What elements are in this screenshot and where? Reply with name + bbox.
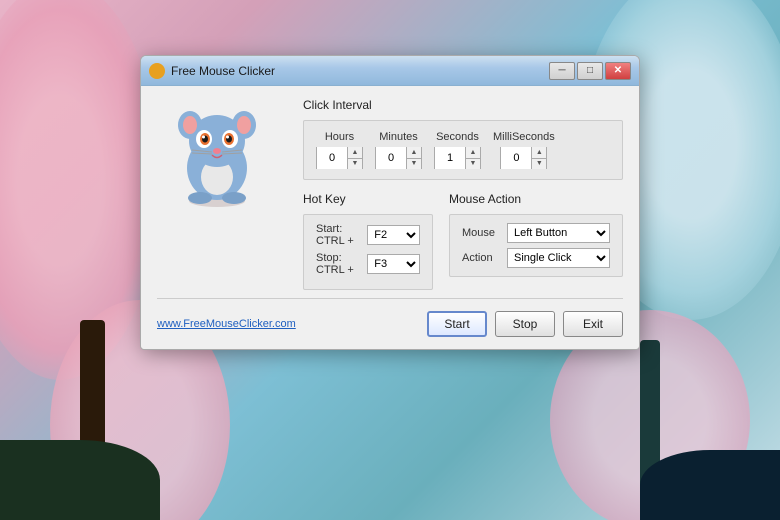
close-button[interactable]: ✕ <box>605 62 631 80</box>
hours-label: Hours <box>325 131 354 143</box>
minutes-input[interactable] <box>376 147 406 169</box>
app-window: Free Mouse Clicker ─ □ ✕ <box>140 55 640 350</box>
milliseconds-label: MilliSeconds <box>493 131 555 143</box>
window-body: Click Interval Hours ▲ ▼ <box>141 86 639 349</box>
minutes-arrows: ▲ ▼ <box>406 147 421 169</box>
logo-container <box>157 98 277 218</box>
stop-button[interactable]: Stop <box>495 311 555 337</box>
ground <box>640 450 780 520</box>
seconds-col: Seconds ▲ ▼ <box>434 131 481 169</box>
hours-input[interactable] <box>317 147 347 169</box>
divider <box>157 298 623 299</box>
stop-hotkey-select[interactable]: F3 F1 F2 F4 <box>367 254 420 274</box>
window-controls: ─ □ ✕ <box>549 62 631 80</box>
hours-down-button[interactable]: ▼ <box>348 159 362 170</box>
minimize-button[interactable]: ─ <box>549 62 575 80</box>
right-panel: Click Interval Hours ▲ ▼ <box>303 98 623 290</box>
milliseconds-down-button[interactable]: ▼ <box>532 159 546 170</box>
hotkey-panel: Hot Key Start: CTRL + F2 F1 F3 F4 <box>303 192 433 290</box>
milliseconds-spinner: ▲ ▼ <box>500 147 547 169</box>
stop-hotkey-label: Stop: CTRL + <box>316 252 367 276</box>
seconds-label: Seconds <box>436 131 479 143</box>
action-row: Action Single Click Double Click <box>462 248 610 268</box>
milliseconds-col: MilliSeconds ▲ ▼ <box>493 131 555 169</box>
hours-col: Hours ▲ ▼ <box>316 131 363 169</box>
milliseconds-input[interactable] <box>501 147 531 169</box>
app-icon <box>149 63 165 79</box>
stop-hotkey-row: Stop: CTRL + F3 F1 F2 F4 <box>316 252 420 276</box>
bottom-panels: Hot Key Start: CTRL + F2 F1 F3 F4 <box>303 192 623 290</box>
hotkey-title: Hot Key <box>303 192 433 206</box>
seconds-spinner: ▲ ▼ <box>434 147 481 169</box>
exit-button[interactable]: Exit <box>563 311 623 337</box>
minutes-col: Minutes ▲ ▼ <box>375 131 422 169</box>
minutes-label: Minutes <box>379 131 418 143</box>
hours-spinner: ▲ ▼ <box>316 147 363 169</box>
logo-panel <box>157 98 287 290</box>
milliseconds-up-button[interactable]: ▲ <box>532 147 546 159</box>
mouse-row: Mouse Left Button Right Button Middle Bu… <box>462 223 610 243</box>
minutes-up-button[interactable]: ▲ <box>407 147 421 159</box>
start-button[interactable]: Start <box>427 311 487 337</box>
minutes-spinner: ▲ ▼ <box>375 147 422 169</box>
mouse-action-panel: Mouse Action Mouse Left Button Right But… <box>449 192 623 290</box>
click-interval-section: Hours ▲ ▼ Minutes <box>303 120 623 180</box>
mouse-action-section: Mouse Left Button Right Button Middle Bu… <box>449 214 623 277</box>
ground <box>0 440 160 520</box>
bottom-row: www.FreeMouseClicker.com Start Stop Exit <box>157 311 623 337</box>
hours-up-button[interactable]: ▲ <box>348 147 362 159</box>
bottom-buttons: Start Stop Exit <box>427 311 623 337</box>
start-hotkey-select[interactable]: F2 F1 F3 F4 <box>367 225 420 245</box>
window-title: Free Mouse Clicker <box>171 64 549 78</box>
mouse-select[interactable]: Left Button Right Button Middle Button <box>507 223 610 243</box>
seconds-input[interactable] <box>435 147 465 169</box>
mouse-logo <box>162 103 272 213</box>
interval-grid: Hours ▲ ▼ Minutes <box>316 131 610 169</box>
click-interval-title: Click Interval <box>303 98 623 112</box>
action-label: Action <box>462 252 507 264</box>
maximize-button[interactable]: □ <box>577 62 603 80</box>
milliseconds-arrows: ▲ ▼ <box>531 147 546 169</box>
title-bar: Free Mouse Clicker ─ □ ✕ <box>141 56 639 86</box>
action-select[interactable]: Single Click Double Click <box>507 248 610 268</box>
mouse-action-title: Mouse Action <box>449 192 623 206</box>
mouse-label: Mouse <box>462 227 507 239</box>
seconds-down-button[interactable]: ▼ <box>466 159 480 170</box>
seconds-arrows: ▲ ▼ <box>465 147 480 169</box>
minutes-down-button[interactable]: ▼ <box>407 159 421 170</box>
website-link[interactable]: www.FreeMouseClicker.com <box>157 318 427 330</box>
main-content: Click Interval Hours ▲ ▼ <box>157 98 623 290</box>
seconds-up-button[interactable]: ▲ <box>466 147 480 159</box>
start-hotkey-label: Start: CTRL + <box>316 223 367 247</box>
start-hotkey-row: Start: CTRL + F2 F1 F3 F4 <box>316 223 420 247</box>
hours-arrows: ▲ ▼ <box>347 147 362 169</box>
hotkey-section: Start: CTRL + F2 F1 F3 F4 Stop: CTRL + <box>303 214 433 290</box>
